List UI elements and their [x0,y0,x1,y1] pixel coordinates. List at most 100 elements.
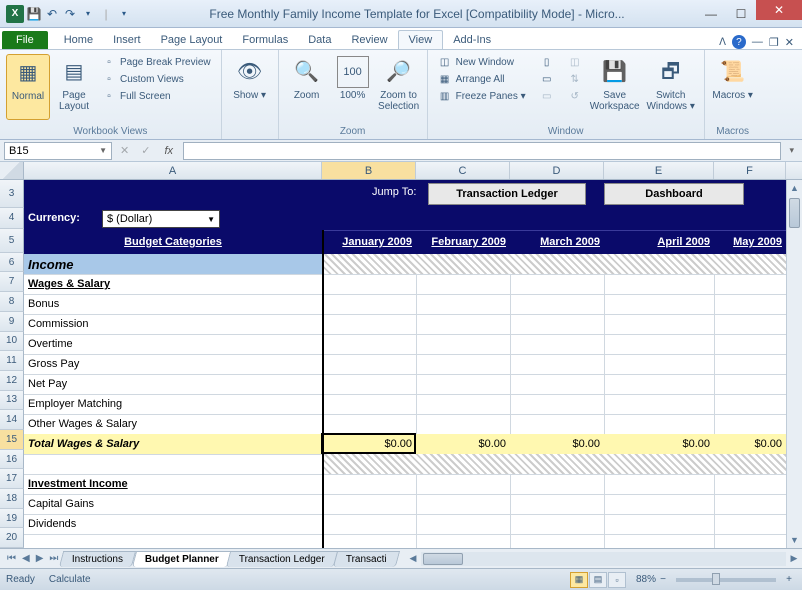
excel-icon[interactable]: X [6,5,24,23]
qat-down-icon[interactable]: ▾ [116,6,132,22]
row-header-8[interactable]: 8 [0,292,24,312]
fx-cancel-icon[interactable]: ✕ [116,144,133,157]
redo-icon[interactable]: ↷ [62,6,78,22]
formula-input[interactable] [183,142,781,160]
scroll-down-icon[interactable]: ▼ [787,532,802,548]
macros-button[interactable]: 📜Macros ▾ [711,54,755,120]
tab-nav-prev-icon[interactable]: ◀ [19,553,33,564]
row-header-17[interactable]: 17 [0,469,24,489]
help-icon[interactable]: ? [732,35,746,49]
zoom-100-button[interactable]: 100100% [331,54,375,120]
row-header-18[interactable]: 18 [0,489,24,509]
zoom-slider[interactable] [676,578,776,582]
save-icon[interactable]: 💾 [26,6,42,22]
vertical-scrollbar[interactable]: ▲ ▼ [786,180,802,548]
unhide-button[interactable]: ▭ [536,88,558,104]
page-layout-view-button[interactable]: ▤ Page Layout [52,54,96,120]
dashboard-button[interactable]: Dashboard [604,183,744,205]
total-f15[interactable]: $0.00 [714,434,786,454]
ribbon-collapse-icon[interactable]: ᐱ [719,37,726,48]
namebox-dropdown-icon[interactable]: ▼ [99,146,107,155]
sheet-tab-transacti[interactable]: Transacti [333,551,400,567]
formula-expand-icon[interactable]: ▾ [785,145,798,156]
name-box[interactable]: B15 ▼ [4,142,112,160]
hide-button[interactable]: ▭ [536,71,558,87]
hscroll-thumb[interactable] [423,553,463,565]
tab-home[interactable]: Home [54,31,103,49]
tab-page-layout[interactable]: Page Layout [151,31,233,49]
split-button[interactable]: ▯ [536,54,558,70]
tab-view[interactable]: View [398,30,444,49]
row-header-14[interactable]: 14 [0,410,24,430]
col-header-c[interactable]: C [416,162,510,179]
row-header-4[interactable]: 4 [0,208,24,230]
close-button[interactable]: ✕ [756,0,802,20]
row-header-7[interactable]: 7 [0,272,24,292]
page-layout-icon-sb[interactable]: ▤ [589,572,607,588]
col-header-f[interactable]: F [714,162,786,179]
total-b15[interactable]: $0.00 [322,434,416,454]
new-window-button[interactable]: ◫New Window [434,54,530,70]
row-header-11[interactable]: 11 [0,351,24,371]
sheet-tab-instructions[interactable]: Instructions [59,551,136,567]
side-by-side-button[interactable]: ◫ [564,54,586,70]
mdi-close-icon[interactable]: ✕ [785,36,794,49]
total-c15[interactable]: $0.00 [416,434,510,454]
sheet-tab-budget-planner[interactable]: Budget Planner [131,551,231,567]
reset-pos-button[interactable]: ↺ [564,88,586,104]
row-header-19[interactable]: 19 [0,509,24,529]
hscroll-right-icon[interactable]: ▶ [786,553,802,564]
cells-area[interactable]: Jump To: Transaction Ledger Dashboard Cu… [24,180,802,548]
row-header-6[interactable]: 6 [0,253,24,273]
tab-addins[interactable]: Add-Ins [443,31,501,49]
switch-windows-button[interactable]: 🗗Switch Windows ▾ [644,54,698,120]
zoom-out-icon[interactable]: − [656,574,670,585]
row-header-20[interactable]: 20 [0,528,24,548]
zoom-button[interactable]: 🔍Zoom [285,54,329,120]
custom-views-button[interactable]: ▫Custom Views [98,71,215,87]
normal-view-button[interactable]: ▦ Normal [6,54,50,120]
col-header-d[interactable]: D [510,162,604,179]
row-header-9[interactable]: 9 [0,312,24,332]
normal-view-icon-sb[interactable]: ▦ [570,572,588,588]
col-header-e[interactable]: E [604,162,714,179]
tab-insert[interactable]: Insert [103,31,151,49]
sync-scroll-button[interactable]: ⇅ [564,71,586,87]
hscroll-left-icon[interactable]: ◀ [405,553,421,564]
row-header-12[interactable]: 12 [0,371,24,391]
tab-nav-next-icon[interactable]: ▶ [33,553,47,564]
undo-icon[interactable]: ↶ [44,6,60,22]
tab-data[interactable]: Data [298,31,341,49]
mdi-restore-icon[interactable]: ❐ [769,36,779,49]
minimize-button[interactable]: — [696,4,726,24]
scroll-up-icon[interactable]: ▲ [787,180,802,196]
sheet-tab-transaction-ledger[interactable]: Transaction Ledger [226,551,338,567]
zoom-in-icon[interactable]: + [782,574,796,585]
row-header-13[interactable]: 13 [0,391,24,411]
qat-dropdown-icon[interactable]: ▾ [80,6,96,22]
maximize-button[interactable]: ☐ [726,4,756,24]
zoom-knob[interactable] [712,573,720,585]
mdi-minimize-icon[interactable]: — [752,36,763,48]
row-header-15[interactable]: 15 [0,430,24,450]
row-header-10[interactable]: 10 [0,332,24,352]
page-break-preview-button[interactable]: ▫Page Break Preview [98,54,215,70]
row-header-16[interactable]: 16 [0,450,24,470]
freeze-panes-button[interactable]: ▥Freeze Panes ▾ [434,88,530,104]
col-header-b[interactable]: B [322,162,416,179]
select-all-corner[interactable] [0,162,24,179]
arrange-all-button[interactable]: ▦Arrange All [434,71,530,87]
save-workspace-button[interactable]: 💾Save Workspace [588,54,642,120]
fx-icon[interactable]: fx [158,145,179,157]
show-button[interactable]: 👁 Show ▾ [228,54,272,120]
zoom-level[interactable]: 88% [636,574,656,585]
total-d15[interactable]: $0.00 [510,434,604,454]
page-break-icon-sb[interactable]: ▫ [608,572,626,588]
total-e15[interactable]: $0.00 [604,434,714,454]
tab-nav-first-icon[interactable]: ⏮ [4,553,19,564]
file-tab[interactable]: File [2,31,48,49]
fx-enter-icon[interactable]: ✓ [137,144,154,157]
currency-dropdown[interactable]: $ (Dollar) ▼ [102,210,220,228]
transaction-ledger-button[interactable]: Transaction Ledger [428,183,586,205]
row-header-5[interactable]: 5 [0,229,24,253]
